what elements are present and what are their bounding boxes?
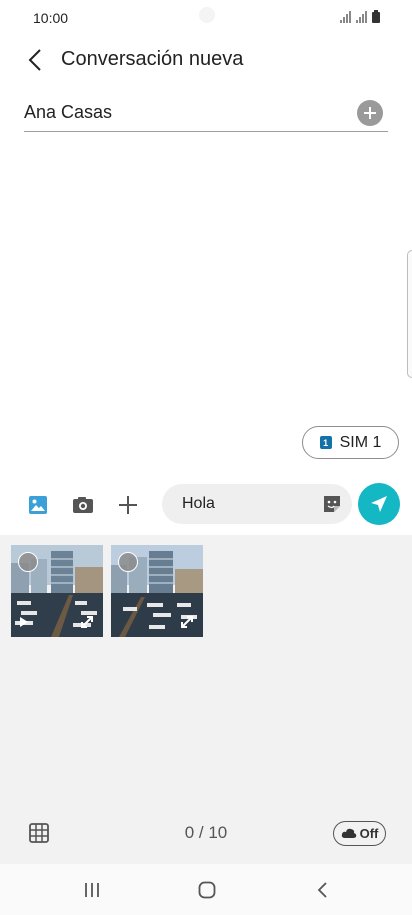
gallery-panel: 0 / 10 Off: [0, 535, 412, 864]
navigation-bar: [0, 864, 412, 915]
send-button[interactable]: [358, 483, 400, 525]
sim-selector-button[interactable]: 1 SIM 1: [302, 426, 399, 459]
plus-icon: [364, 107, 376, 119]
chevron-left-icon: [28, 49, 41, 71]
toggle-label: Off: [359, 826, 379, 841]
page-title: Conversación nueva: [61, 48, 244, 70]
message-composer: Hola: [0, 480, 412, 530]
app-header: Conversación nueva: [0, 38, 412, 82]
signal-icon: [340, 11, 351, 23]
camera-cutout: [199, 7, 215, 23]
gallery-thumbnail[interactable]: [111, 545, 203, 637]
send-icon: [371, 496, 387, 512]
signal-icon: [356, 11, 367, 23]
home-icon: [198, 881, 216, 899]
gallery-thumbnail[interactable]: [11, 545, 103, 637]
sim-badge: 1: [319, 436, 332, 449]
recents-icon: [85, 883, 99, 897]
cloud-icon: [341, 828, 356, 838]
battery-icon: [372, 10, 380, 23]
message-input[interactable]: Hola: [162, 484, 352, 524]
camera-icon: [73, 497, 93, 513]
recipient-field[interactable]: Ana Casas: [24, 94, 388, 132]
select-circle[interactable]: [18, 552, 38, 572]
attach-button[interactable]: [115, 492, 141, 518]
gallery-icon: [29, 496, 47, 514]
recents-button[interactable]: [80, 878, 104, 902]
back-button[interactable]: [22, 47, 48, 73]
cloud-toggle[interactable]: Off: [333, 821, 386, 846]
sticker-icon[interactable]: [321, 493, 343, 515]
select-circle[interactable]: [118, 552, 138, 572]
camera-button[interactable]: [70, 492, 96, 518]
expand-icon[interactable]: [80, 615, 94, 629]
nav-back-button[interactable]: [310, 878, 334, 902]
gallery-button[interactable]: [25, 492, 51, 518]
message-text: Hola: [182, 495, 215, 512]
sim-label: SIM 1: [339, 433, 382, 451]
edge-panel-handle[interactable]: [407, 250, 412, 378]
back-icon: [317, 882, 327, 898]
gallery-footer: 0 / 10 Off: [0, 801, 412, 864]
home-button[interactable]: [195, 878, 219, 902]
expand-icon[interactable]: [180, 615, 194, 629]
status-icons: [340, 10, 380, 23]
play-icon: [20, 617, 28, 627]
add-recipient-button[interactable]: [357, 100, 383, 126]
plus-icon: [119, 496, 137, 514]
recipient-name: Ana Casas: [24, 102, 113, 122]
status-time: 10:00: [33, 10, 69, 26]
status-bar: 10:00: [0, 0, 412, 36]
